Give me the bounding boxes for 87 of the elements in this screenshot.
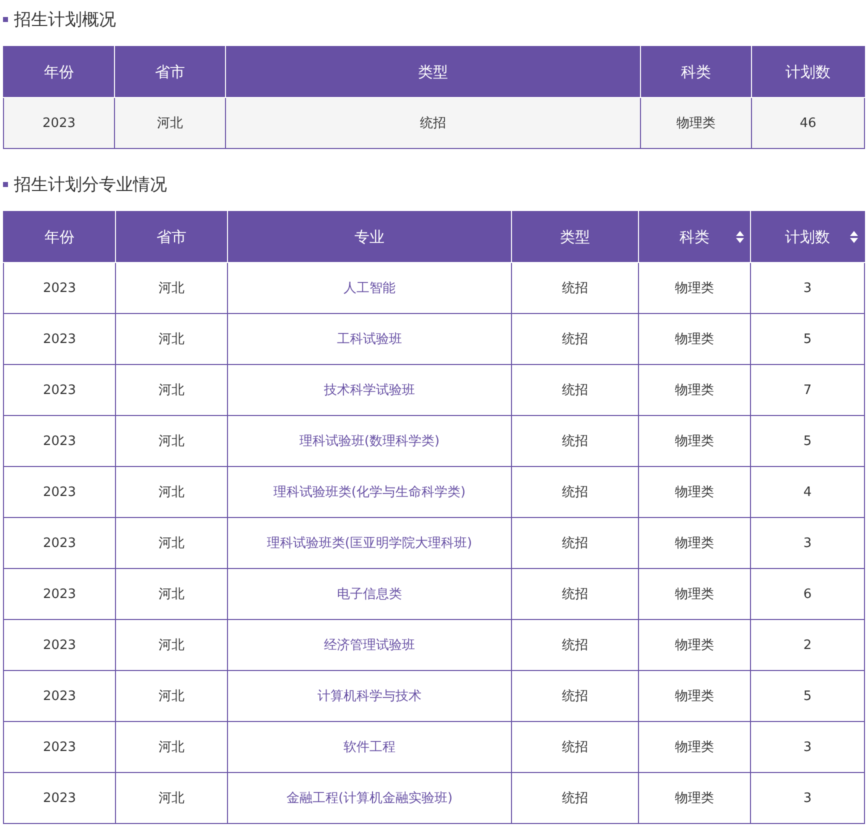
section-title: 招生计划分专业情况 xyxy=(14,174,167,196)
table-cell: 3 xyxy=(803,790,812,806)
major-link[interactable]: 软件工程 xyxy=(344,740,396,755)
major-link[interactable]: 金融工程(计算机金融实验班) xyxy=(286,791,453,806)
major-link[interactable]: 人工智能 xyxy=(344,281,396,296)
table-cell: 统招 xyxy=(562,638,588,653)
table-cell: 河北 xyxy=(158,740,184,755)
table-cell: 物理类 xyxy=(676,116,716,131)
table-cell: 统招 xyxy=(562,434,588,449)
section-title: 招生计划概况 xyxy=(14,8,116,30)
column-header: 省市 xyxy=(114,46,226,98)
table-cell: 物理类 xyxy=(675,281,714,296)
column-header: 类型 xyxy=(512,212,638,262)
table-cell: 河北 xyxy=(158,281,184,296)
table-cell: 3 xyxy=(803,740,812,754)
column-header: 计划数 xyxy=(752,46,864,98)
sort-icon[interactable] xyxy=(850,231,858,243)
table-cell: 2023 xyxy=(42,116,76,130)
table-cell: 2023 xyxy=(42,586,76,602)
table-cell: 2023 xyxy=(42,638,76,652)
table-cell: 2023 xyxy=(42,740,76,754)
table-cell: 物理类 xyxy=(675,689,714,704)
table-cell: 5 xyxy=(803,434,812,448)
column-header[interactable]: 科类 xyxy=(638,212,750,262)
heading-marker-icon xyxy=(3,182,8,186)
table-cell: 4 xyxy=(803,484,812,500)
table-cell: 2023 xyxy=(42,332,76,346)
table-cell: 2 xyxy=(803,638,812,652)
table-cell: 物理类 xyxy=(675,791,714,806)
column-header: 年份 xyxy=(4,46,114,98)
table-cell: 物理类 xyxy=(675,536,714,551)
major-link[interactable]: 经济管理试验班 xyxy=(324,638,415,653)
major-link[interactable]: 工科试验班 xyxy=(337,332,402,347)
table-cell: 河北 xyxy=(158,587,184,602)
table-cell: 统招 xyxy=(420,116,446,131)
table-cell: 河北 xyxy=(158,485,184,500)
table-cell: 2023 xyxy=(42,280,76,296)
table-cell: 统招 xyxy=(562,689,588,704)
table-cell: 7 xyxy=(803,382,812,398)
table-cell: 统招 xyxy=(562,536,588,551)
table-cell: 河北 xyxy=(158,434,184,449)
major-link[interactable]: 理科试验班类(化学与生命科学类) xyxy=(273,485,466,500)
table-cell: 统招 xyxy=(562,383,588,398)
column-header[interactable]: 计划数 xyxy=(750,212,864,262)
table-cell: 统招 xyxy=(562,791,588,806)
table-cell: 物理类 xyxy=(675,434,714,449)
table-cell: 2023 xyxy=(42,434,76,448)
table-cell: 统招 xyxy=(562,485,588,500)
table-cell: 2023 xyxy=(42,790,76,806)
heading-marker-icon xyxy=(3,16,8,22)
table-cell: 河北 xyxy=(158,638,184,653)
table-cell: 物理类 xyxy=(675,332,714,347)
table-cell: 2023 xyxy=(42,688,76,704)
table-cell: 物理类 xyxy=(675,485,714,500)
table-cell: 5 xyxy=(803,332,812,346)
table-cell: 河北 xyxy=(158,383,184,398)
column-header: 科类 xyxy=(640,46,752,98)
table-cell: 河北 xyxy=(158,332,184,347)
table-cell: 物理类 xyxy=(675,587,714,602)
major-link[interactable]: 技术科学试验班 xyxy=(324,383,415,398)
table-cell: 46 xyxy=(800,116,816,130)
table-cell: 统招 xyxy=(562,281,588,296)
table-cell: 物理类 xyxy=(675,638,714,653)
table-cell: 统招 xyxy=(562,740,588,755)
table-cell: 河北 xyxy=(158,791,184,806)
sort-icon[interactable] xyxy=(736,231,744,243)
table-cell: 2023 xyxy=(42,382,76,398)
major-link[interactable]: 电子信息类 xyxy=(337,587,402,602)
table-cell: 2023 xyxy=(42,484,76,500)
table-cell: 3 xyxy=(803,280,812,296)
table-cell: 6 xyxy=(803,586,812,602)
major-link[interactable]: 计算机科学与技术 xyxy=(318,689,422,704)
table-cell: 河北 xyxy=(158,689,184,704)
column-header: 专业 xyxy=(228,212,512,262)
major-link[interactable]: 理科试验班(数理科学类) xyxy=(299,434,440,449)
table-cell: 河北 xyxy=(157,116,183,131)
table-cell: 5 xyxy=(803,688,812,704)
table-cell: 3 xyxy=(803,536,812,550)
table-cell: 统招 xyxy=(562,332,588,347)
column-header: 年份 xyxy=(4,212,116,262)
column-header: 省市 xyxy=(116,212,228,262)
table-cell: 物理类 xyxy=(675,740,714,755)
table-cell: 统招 xyxy=(562,587,588,602)
table-cell: 物理类 xyxy=(675,383,714,398)
column-header: 类型 xyxy=(226,46,640,98)
table-cell: 河北 xyxy=(158,536,184,551)
table-cell: 2023 xyxy=(42,536,76,550)
